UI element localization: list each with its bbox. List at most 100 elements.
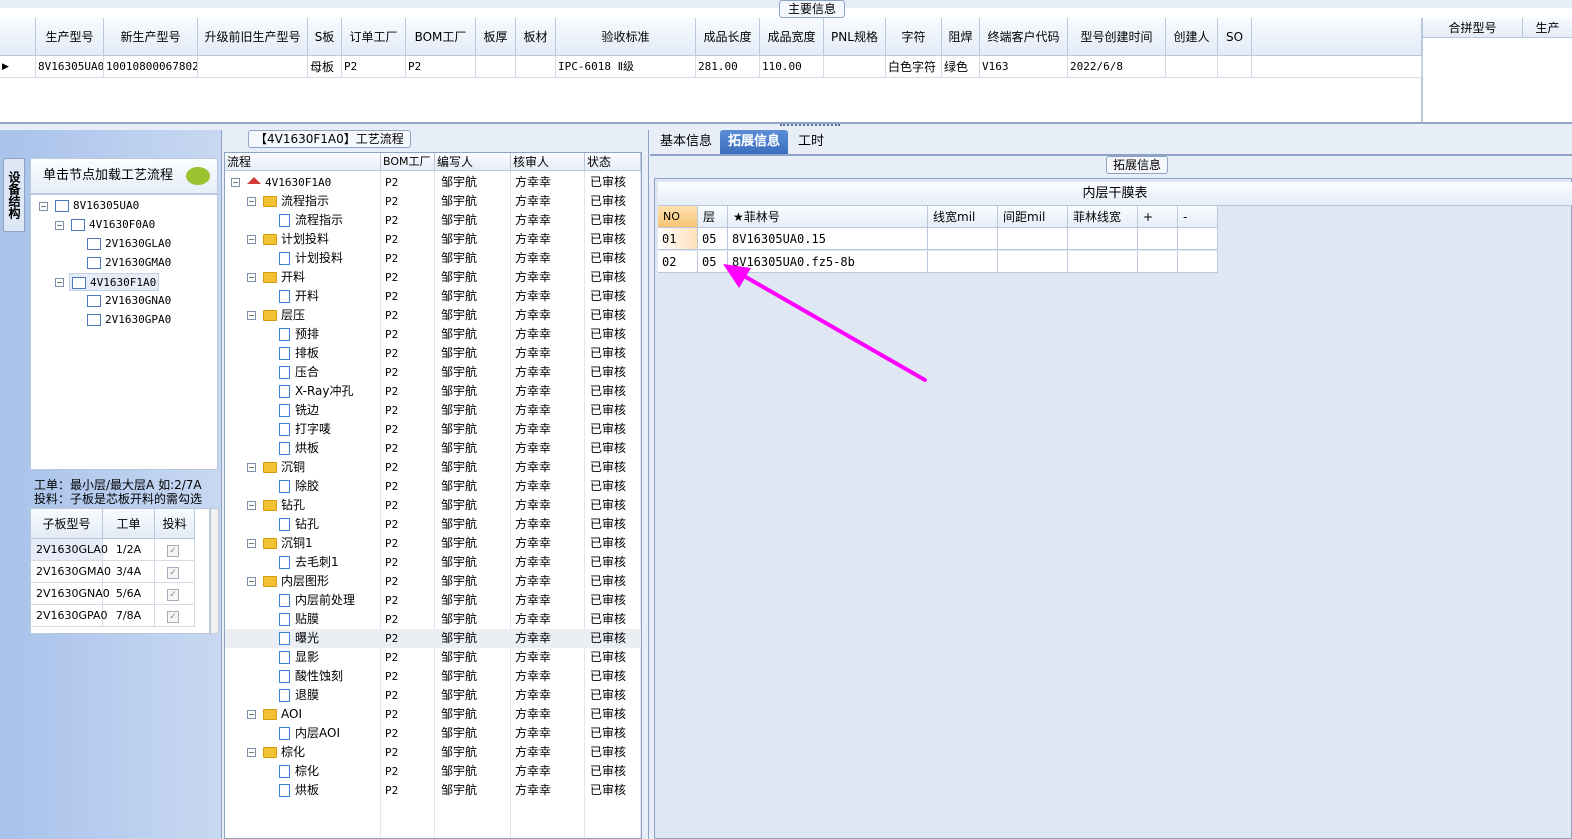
collapse-toggle-icon[interactable]: − (247, 197, 256, 206)
table-cell[interactable]: 281.00 (696, 56, 760, 78)
process-step[interactable]: 贴膜 (279, 610, 319, 629)
process-row[interactable]: 酸性蚀刻 P2 邹宇航 方幸幸 已审核 (225, 667, 641, 686)
column-header[interactable]: 核审人 (511, 153, 585, 171)
process-step[interactable]: 内层AOI (279, 724, 340, 743)
table-cell[interactable] (998, 251, 1068, 273)
side-tab-device-structure[interactable]: 设备结构 (3, 158, 25, 232)
process-row[interactable]: − 层压 P2 邹宇航 方幸幸 已审核 (225, 306, 641, 325)
process-row[interactable]: 预排 P2 邹宇航 方幸幸 已审核 (225, 325, 641, 344)
sub-board-table[interactable]: 子板型号 工单 投料 2V1630GLA0 1/2A ✓ 2V1630GMA0 3/4A ✓ 2V… (30, 508, 210, 634)
combined-model-table[interactable]: 合拼型号 生产 (1422, 18, 1572, 122)
column-header[interactable]: SO (1218, 18, 1252, 56)
column-header[interactable]: 板厚 (476, 18, 516, 56)
tree-node[interactable]: 4V1630F1A0 (69, 273, 160, 291)
table-cell[interactable]: 白色字符 (886, 56, 942, 78)
process-row[interactable]: 铣边 P2 邹宇航 方幸幸 已审核 (225, 401, 641, 420)
collapse-toggle-icon[interactable]: − (231, 178, 240, 187)
table-cell[interactable] (198, 56, 308, 78)
production-header[interactable]: 生产 (1523, 18, 1572, 38)
table-cell[interactable] (1068, 251, 1138, 273)
process-step[interactable]: 计划投料 (279, 249, 343, 268)
process-step[interactable]: 预排 (279, 325, 319, 344)
table-cell[interactable]: 母板 (308, 56, 342, 78)
column-header[interactable]: 成品长度 (696, 18, 760, 56)
table-cell[interactable] (928, 228, 998, 250)
process-row[interactable]: − 开料 P2 邹宇航 方幸幸 已审核 (225, 268, 641, 287)
work-order-cell[interactable]: 1/2A (103, 539, 155, 561)
tree-node[interactable]: 2V1630GNA0 (85, 292, 173, 310)
table-cell[interactable] (1178, 228, 1218, 250)
process-row[interactable]: 退膜 P2 邹宇航 方幸幸 已审核 (225, 686, 641, 705)
column-header[interactable]: ★菲林号 (728, 206, 928, 228)
tree-node[interactable]: 2V1630GPA0 (85, 311, 173, 329)
process-row[interactable]: 烘板 P2 邹宇航 方幸幸 已审核 (225, 439, 641, 458)
feed-checkbox[interactable]: ✓ (167, 611, 179, 623)
process-row[interactable]: 流程指示 P2 邹宇航 方幸幸 已审核 (225, 211, 641, 230)
column-header[interactable]: 编写人 (435, 153, 511, 171)
process-row[interactable]: − 钻孔 P2 邹宇航 方幸幸 已审核 (225, 496, 641, 515)
column-header[interactable]: 投料 (155, 509, 195, 539)
process-step[interactable]: 开料 (263, 268, 305, 287)
collapse-toggle-icon[interactable]: − (247, 748, 256, 757)
process-step[interactable]: 内层前处理 (279, 591, 355, 610)
process-step[interactable]: 层压 (263, 306, 305, 325)
process-step[interactable]: 曝光 (279, 629, 319, 648)
tree-node[interactable]: 2V1630GLA0 (85, 235, 173, 253)
collapse-toggle-icon[interactable]: − (247, 235, 256, 244)
process-row[interactable]: 内层前处理 P2 邹宇航 方幸幸 已审核 (225, 591, 641, 610)
process-row[interactable]: 贴膜 P2 邹宇航 方幸幸 已审核 (225, 610, 641, 629)
process-step[interactable]: 棕化 (263, 743, 305, 762)
tab-basic-info[interactable]: 基本信息 (652, 130, 720, 154)
column-header[interactable]: 线宽mil (928, 206, 998, 228)
structure-tree[interactable]: −8V16305UA0−4V1630F0A0 2V1630GLA0 2V1630GM… (30, 194, 218, 470)
tab-extended-info[interactable]: 拓展信息 (720, 130, 789, 154)
process-step[interactable]: 流程指示 (279, 211, 343, 230)
process-row[interactable]: 计划投料 P2 邹宇航 方幸幸 已审核 (225, 249, 641, 268)
process-step[interactable]: 棕化 (279, 762, 319, 781)
table-cell[interactable] (1166, 56, 1218, 78)
column-header[interactable]: 升级前旧生产型号 (198, 18, 308, 56)
column-header[interactable]: 状态 (585, 153, 641, 171)
column-header[interactable]: 创建人 (1166, 18, 1218, 56)
process-step[interactable]: 去毛刺1 (279, 553, 339, 572)
process-step[interactable]: 酸性蚀刻 (279, 667, 343, 686)
collapse-toggle-icon[interactable]: − (55, 278, 64, 287)
table-cell[interactable] (516, 56, 556, 78)
table-cell[interactable]: 01 (658, 228, 698, 250)
process-row[interactable]: 内层AOI P2 邹宇航 方幸幸 已审核 (225, 724, 641, 743)
table-cell[interactable] (1068, 228, 1138, 250)
table-cell[interactable]: 10010800067802 (104, 56, 198, 78)
work-order-cell[interactable]: 7/8A (103, 605, 155, 627)
process-row[interactable]: − 沉铜1 P2 邹宇航 方幸幸 已审核 (225, 534, 641, 553)
column-header[interactable]: NO (658, 206, 698, 228)
feed-cell[interactable]: ✓ (155, 605, 195, 627)
process-row[interactable]: 棕化 P2 邹宇航 方幸幸 已审核 (225, 762, 641, 781)
collapse-toggle-icon[interactable]: − (247, 577, 256, 586)
table-cell[interactable] (1138, 228, 1178, 250)
table-cell[interactable]: 绿色 (942, 56, 980, 78)
process-step[interactable]: 流程指示 (263, 192, 329, 211)
column-header[interactable]: 间距mil (998, 206, 1068, 228)
sub-board-model-cell[interactable]: 2V1630GNA0 (31, 583, 110, 605)
process-step[interactable]: 显影 (279, 648, 319, 667)
column-header[interactable]: 阻焊 (942, 18, 980, 56)
column-header[interactable]: 订单工厂 (342, 18, 406, 56)
column-header[interactable]: 菲林线宽 (1068, 206, 1138, 228)
collapse-toggle-icon[interactable]: − (247, 273, 256, 282)
collapse-toggle-icon[interactable]: − (247, 539, 256, 548)
column-header[interactable]: - (1178, 206, 1218, 228)
collapse-toggle-icon[interactable]: − (247, 311, 256, 320)
column-header[interactable]: 终端客户代码 (980, 18, 1068, 56)
process-row[interactable]: − 棕化 P2 邹宇航 方幸幸 已审核 (225, 743, 641, 762)
column-header[interactable]: 工单 (103, 509, 155, 539)
feed-checkbox[interactable]: ✓ (167, 567, 179, 579)
tree-node[interactable]: 4V1630F0A0 (69, 216, 157, 234)
process-step[interactable]: 4V1630F1A0 (247, 173, 331, 192)
feed-cell[interactable]: ✓ (155, 583, 195, 605)
column-header[interactable]: 成品宽度 (760, 18, 824, 56)
process-row[interactable]: 显影 P2 邹宇航 方幸幸 已审核 (225, 648, 641, 667)
table-cell[interactable] (824, 56, 886, 78)
process-step[interactable]: X-Ray冲孔 (279, 382, 353, 401)
sub-board-model-cell[interactable]: 2V1630GMA0 (31, 561, 111, 583)
process-row[interactable]: X-Ray冲孔 P2 邹宇航 方幸幸 已审核 (225, 382, 641, 401)
